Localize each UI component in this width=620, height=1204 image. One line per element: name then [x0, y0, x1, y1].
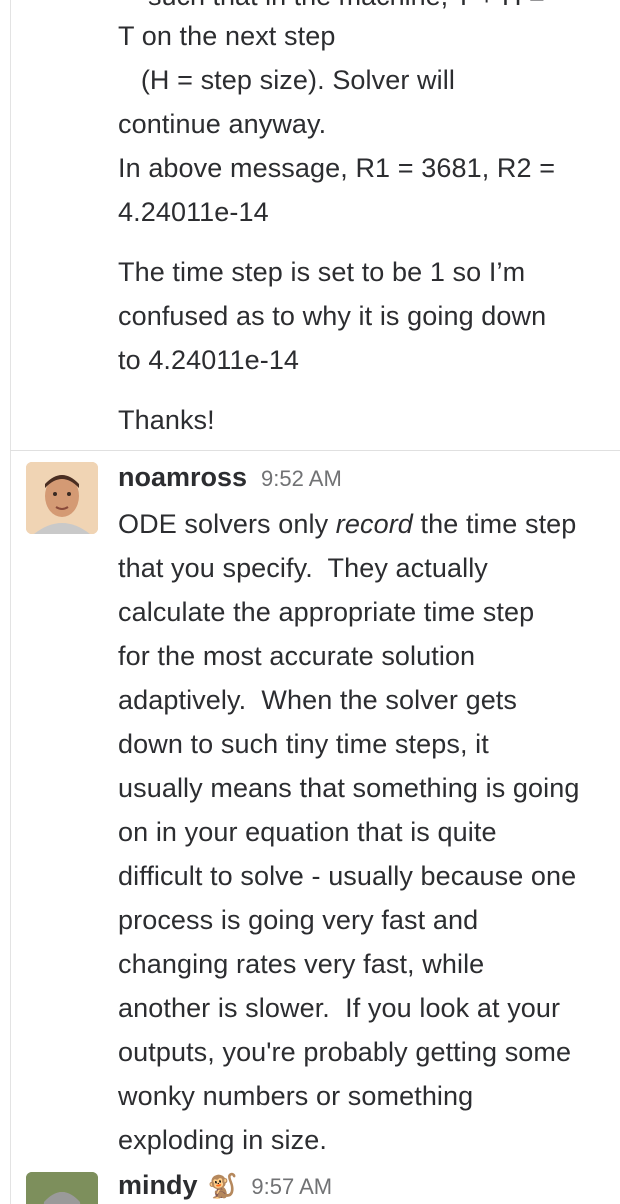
user-avatar-icon	[26, 1172, 98, 1204]
previous-message-text: T on the next step (H = step size). Solv…	[118, 21, 556, 227]
message-divider	[10, 450, 620, 451]
message-body: ODE solvers only record the time step th…	[118, 502, 618, 1162]
thread-left-border	[10, 0, 11, 1204]
user-avatar-icon	[26, 462, 98, 534]
message-header: noamross 9:52 AM	[118, 462, 342, 493]
author-name[interactable]: noamross	[118, 462, 247, 493]
message-body-start: ODE solvers only	[118, 509, 336, 539]
avatar[interactable]	[26, 1172, 98, 1204]
author-name[interactable]: mindy	[118, 1170, 198, 1201]
message-header: mindy 🐒 9:57 AM	[118, 1170, 332, 1201]
monkey-status-icon[interactable]: 🐒	[208, 1172, 238, 1201]
timestamp[interactable]: 9:52 AM	[261, 466, 342, 492]
message-body-rest: the time step that you specify. They act…	[118, 509, 580, 1155]
previous-message-paragraph-3: Thanks!	[118, 405, 215, 435]
avatar[interactable]	[26, 462, 98, 534]
previous-message-paragraph-2: The time step is set to be 1 so I’m conf…	[118, 257, 547, 375]
timestamp[interactable]: 9:57 AM	[251, 1174, 332, 1200]
message-body-emphasis: record	[335, 509, 413, 539]
